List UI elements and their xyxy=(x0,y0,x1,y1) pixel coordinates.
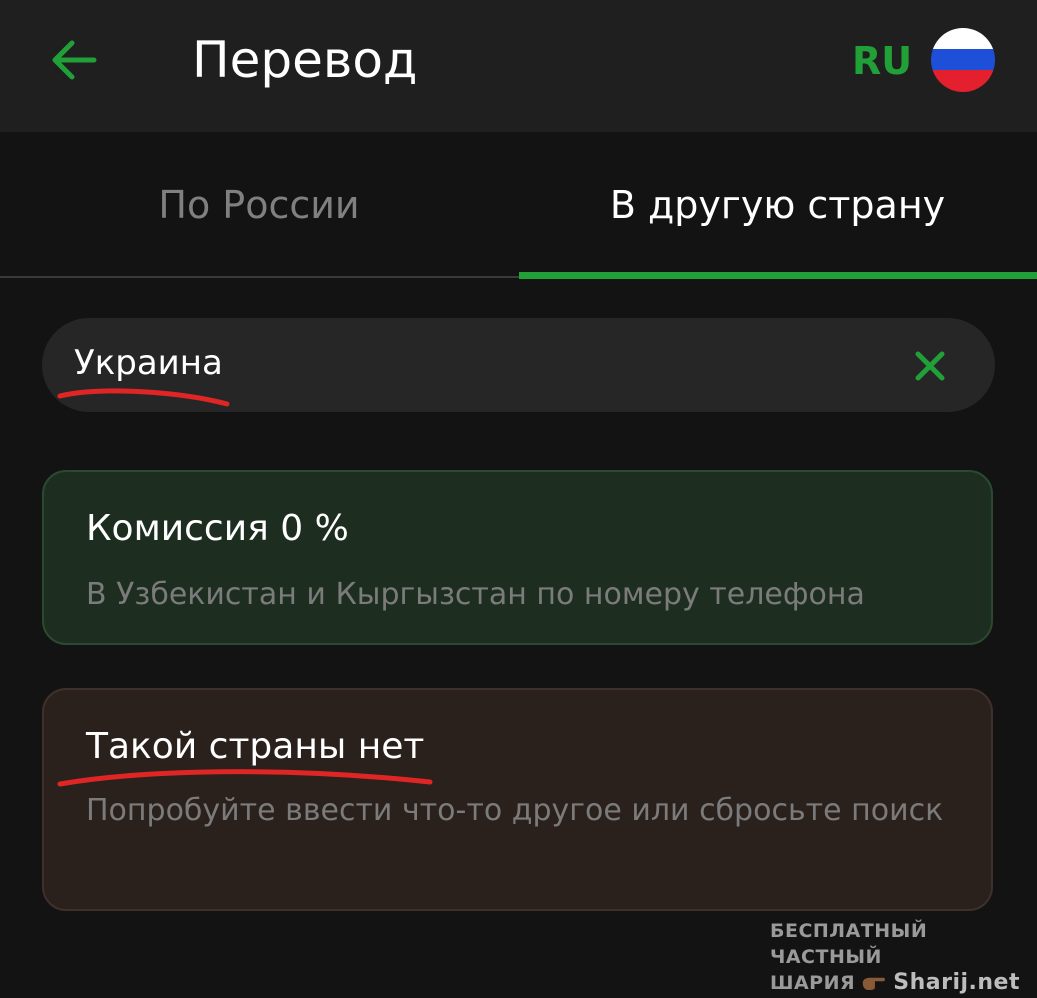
commission-promo-card[interactable]: Комиссия 0 % В Узбекистан и Кыргызстан п… xyxy=(42,470,993,645)
arrow-left-icon xyxy=(52,40,97,80)
russia-flag-icon[interactable] xyxy=(931,28,995,92)
promo-title: Комиссия 0 % xyxy=(86,508,349,549)
empty-state-title: Такой страны нет xyxy=(86,726,425,767)
active-tab-indicator xyxy=(519,272,1037,279)
watermark: БЕСПЛАТНЫЙ ЧАСТНЫЙ ШАРИЯ Sharij.net xyxy=(770,918,1020,996)
promo-subtitle: В Узбекистан и Кыргызстан по номеру теле… xyxy=(86,577,865,612)
app-header: Перевод RU xyxy=(0,0,1037,132)
country-search-input[interactable]: Украина xyxy=(42,318,995,412)
clear-search-button[interactable] xyxy=(910,346,950,386)
back-button[interactable] xyxy=(48,38,100,82)
language-code[interactable]: RU xyxy=(852,38,912,84)
no-country-message: Такой страны нет Попробуйте ввести что-т… xyxy=(42,688,993,911)
empty-state-subtitle: Попробуйте ввести что-то другое или сбро… xyxy=(86,793,944,828)
search-value: Украина xyxy=(74,343,223,383)
close-icon xyxy=(915,351,945,381)
pointing-hand-icon xyxy=(862,977,886,990)
tab-russia[interactable]: По России xyxy=(0,132,518,278)
page-title: Перевод xyxy=(192,31,418,89)
watermark-brand: Sharij.net xyxy=(893,970,1020,995)
transfer-tabs: По России В другую страну xyxy=(0,132,1037,280)
watermark-left: ШАРИЯ xyxy=(770,972,856,994)
watermark-line1: БЕСПЛАТНЫЙ ЧАСТНЫЙ xyxy=(770,920,928,968)
tab-other-country[interactable]: В другую страну xyxy=(518,132,1037,278)
